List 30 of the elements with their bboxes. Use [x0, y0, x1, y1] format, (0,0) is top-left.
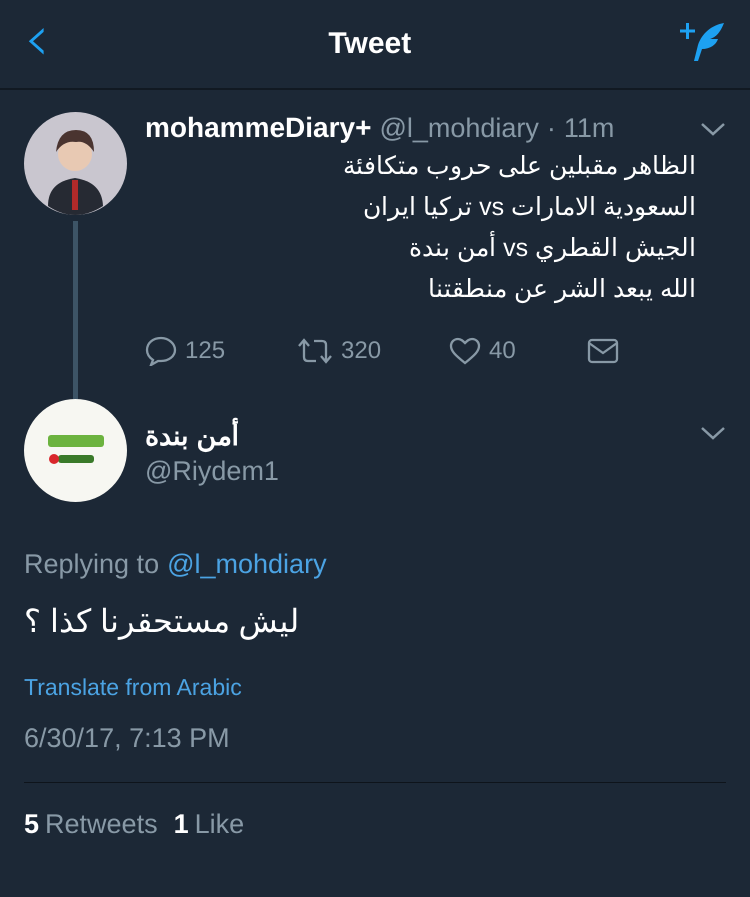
stat-label[interactable]: Like: [194, 809, 244, 840]
back-button[interactable]: ‹: [24, 7, 60, 81]
heart-icon[interactable]: [449, 337, 481, 365]
retweet-count: 320: [341, 337, 382, 365]
tweet-time: 11m: [564, 113, 614, 144]
stat-count: 5: [24, 809, 40, 840]
replying-label: Replying to: [24, 549, 160, 580]
stat-count: 1: [174, 809, 189, 840]
retweet-icon[interactable]: [297, 337, 333, 365]
tweet-timestamp: 6/30/17, 7:13 PM: [24, 723, 231, 754]
envelope-icon[interactable]: [587, 338, 619, 364]
user-handle[interactable]: @Riydem1: [145, 456, 279, 486]
separator-dot: ·: [546, 113, 556, 144]
stat-label[interactable]: Retweets: [45, 809, 158, 840]
chevron-down-icon[interactable]: [700, 121, 726, 137]
speech-bubble-icon[interactable]: [145, 336, 177, 366]
avatar-icon[interactable]: [24, 112, 127, 215]
display-name[interactable]: mohammeDiary+: [145, 112, 372, 144]
reply-count: 125: [185, 337, 226, 365]
tweet-text: الظاهر مقبلين على حروب متكافئة السعودية الامارات vs تركيا ايران الجيش القطري vs أمن بندة الله يبعد الشر عن منطقتنا: [342, 151, 697, 306]
chevron-down-icon[interactable]: [700, 425, 726, 441]
compose-tweet-icon[interactable]: [680, 20, 726, 62]
like-count: 40: [489, 337, 516, 365]
user-handle[interactable]: @l_mohdiary: [379, 113, 539, 144]
avatar-icon[interactable]: [24, 399, 127, 502]
translate-link[interactable]: Translate from Arabic: [24, 674, 726, 701]
page-title: Tweet: [328, 27, 412, 61]
display-name[interactable]: أمن بندة: [145, 420, 240, 452]
mention-link[interactable]: @l_mohdiary: [167, 549, 327, 580]
tweet-text: ليش مستحقرنا كذا ؟: [24, 602, 300, 640]
